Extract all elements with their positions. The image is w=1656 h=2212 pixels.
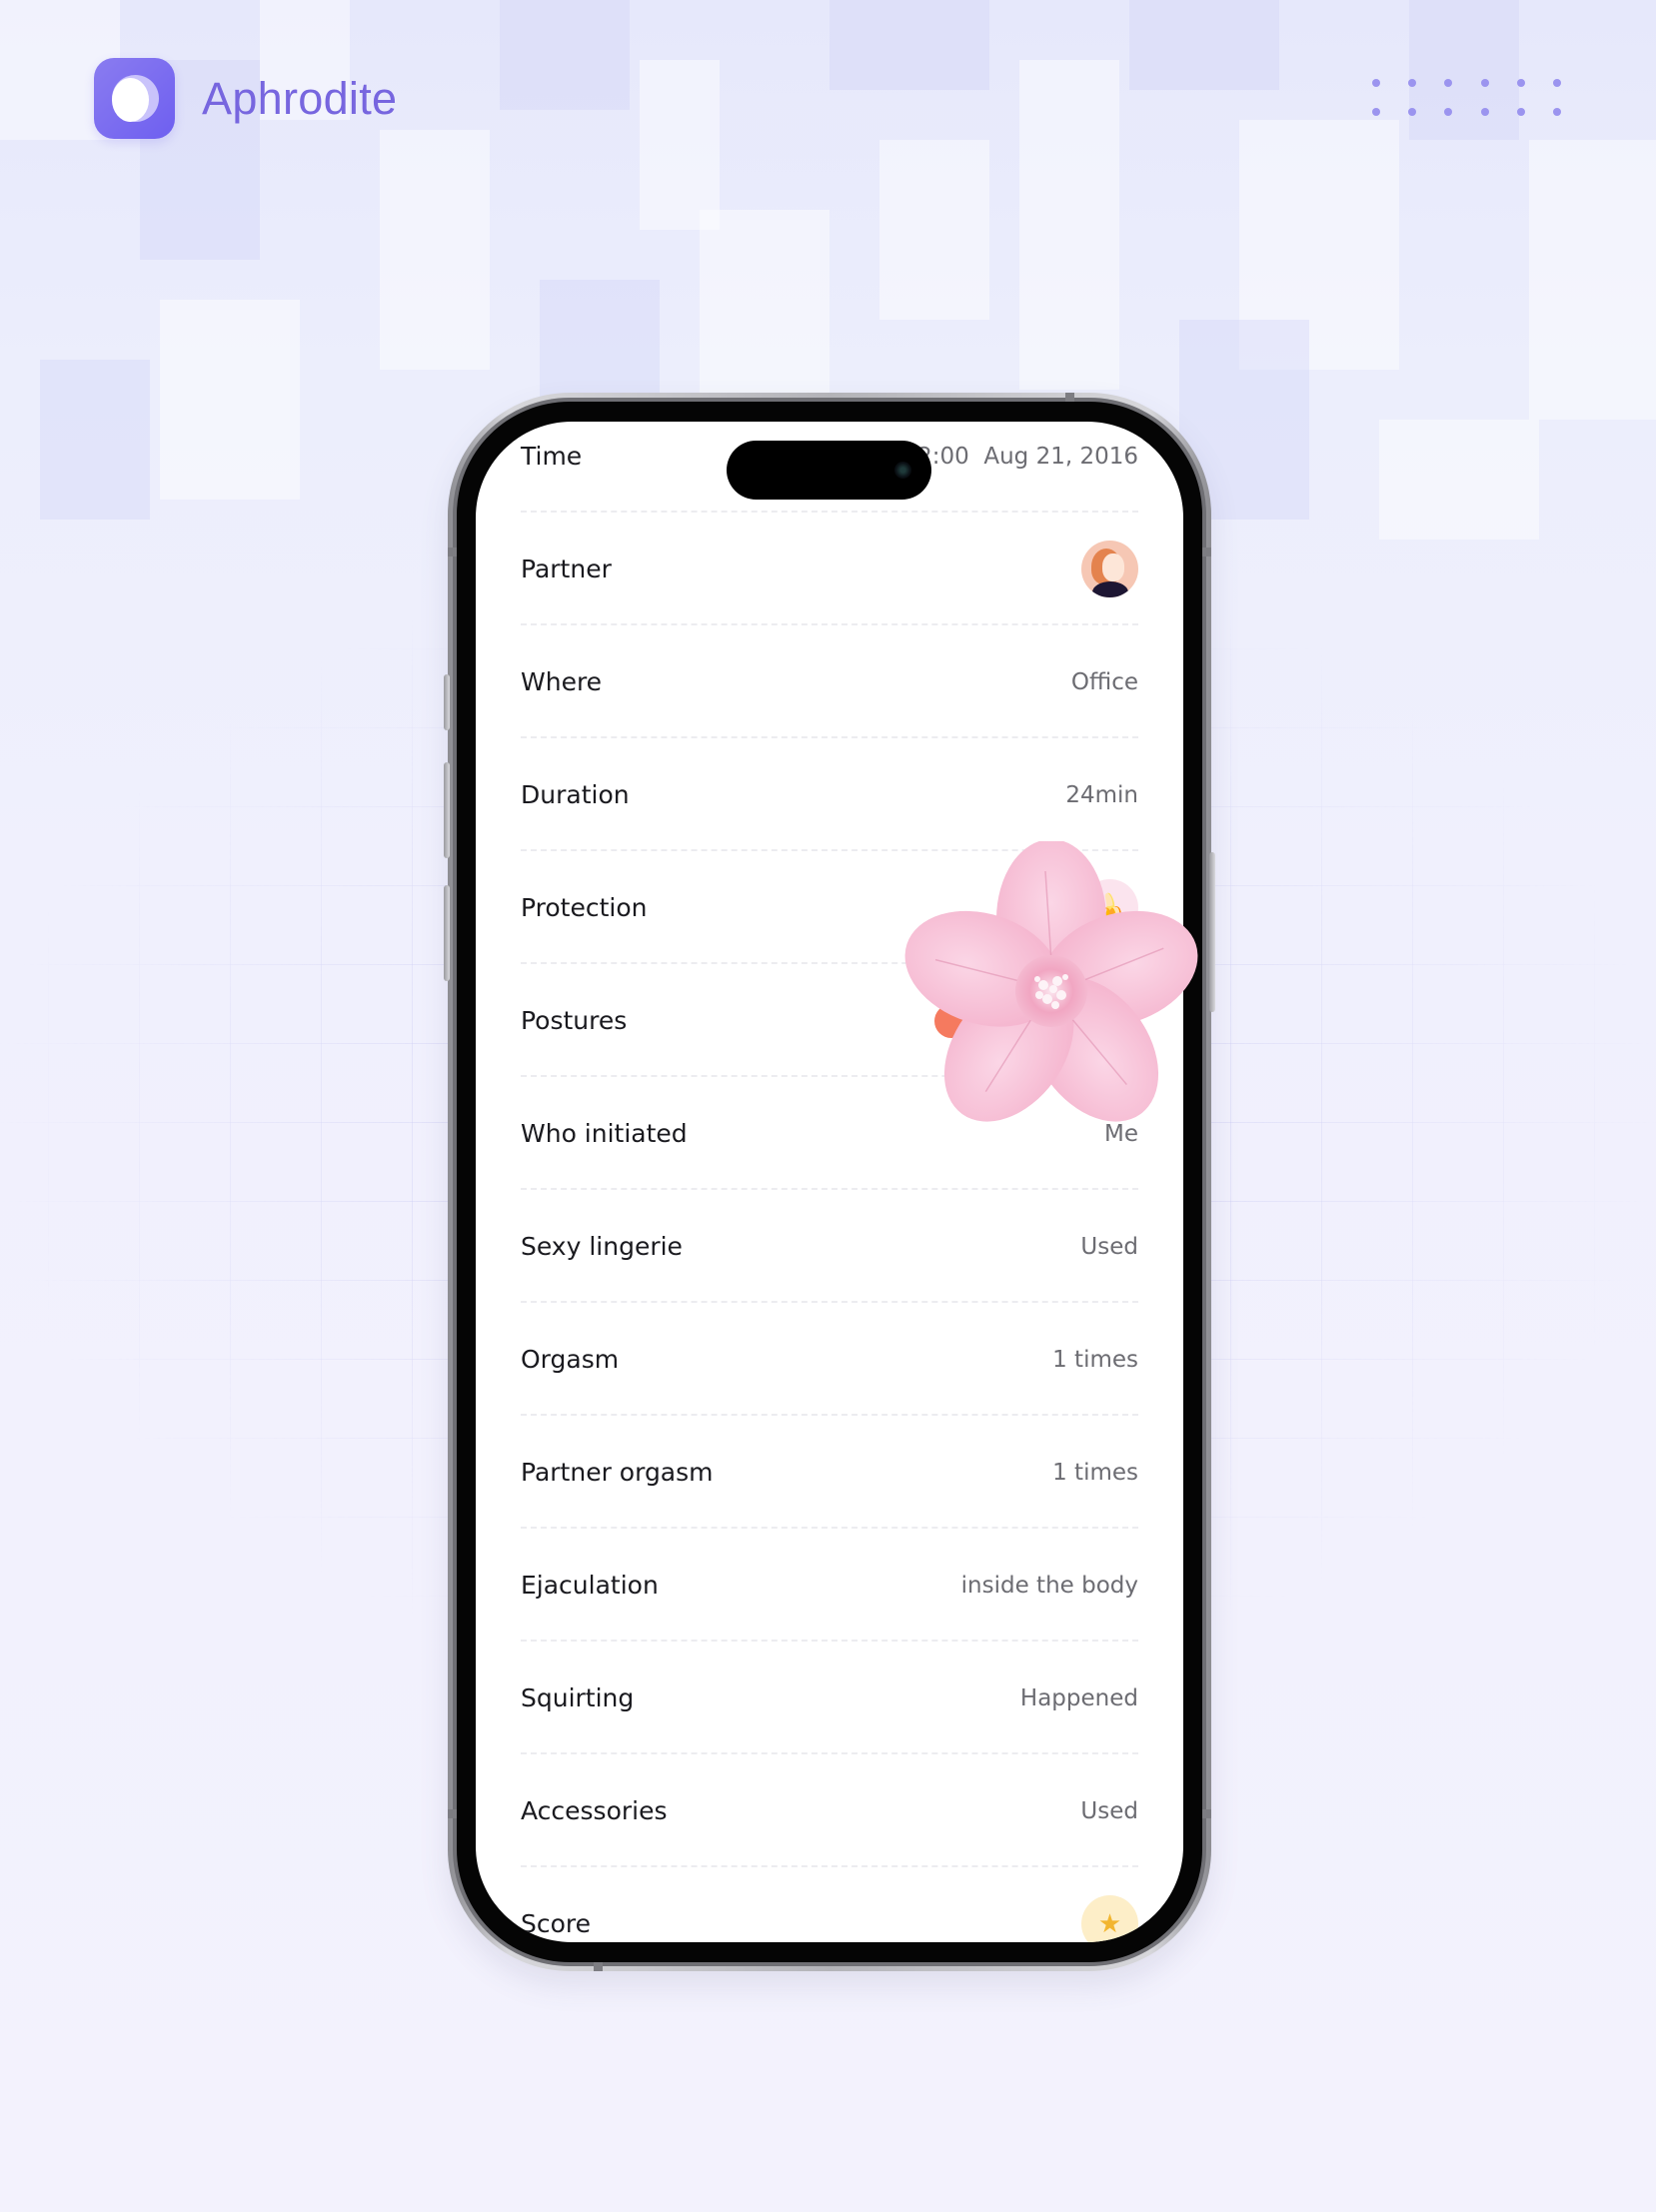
- row-value: Used: [1080, 1233, 1138, 1260]
- action-button: [444, 674, 450, 730]
- brand-name: Aphrodite: [202, 72, 398, 124]
- antenna-line: [1202, 1809, 1211, 1818]
- row-where[interactable]: Where Office: [521, 625, 1138, 738]
- background-block: [1129, 0, 1279, 90]
- row-label: Duration: [521, 780, 630, 809]
- background-block: [1019, 60, 1119, 390]
- background-block: [380, 130, 490, 370]
- row-label: Partner orgasm: [521, 1458, 714, 1487]
- row-ejaculation[interactable]: Ejaculation inside the body: [521, 1529, 1138, 1642]
- stars-icon: ★: [1081, 1895, 1138, 1942]
- dot: [1444, 79, 1453, 87]
- row-label: Ejaculation: [521, 1571, 659, 1600]
- dynamic-island: [727, 441, 931, 500]
- dot: [1480, 108, 1489, 116]
- background-block: [40, 360, 150, 520]
- row-label: Where: [521, 667, 603, 696]
- dot-grid-icon: [1372, 79, 1572, 119]
- row-label: Score: [521, 1909, 592, 1938]
- antenna-line: [594, 1962, 603, 1971]
- background-block: [1529, 140, 1656, 420]
- dot: [1480, 79, 1489, 87]
- antenna-line: [448, 548, 457, 556]
- volume-down-button: [444, 885, 450, 981]
- row-value: Office: [1070, 668, 1138, 695]
- row-label: Squirting: [521, 1683, 635, 1712]
- volume-up-button: [444, 762, 450, 858]
- background-block: [1409, 0, 1519, 140]
- row-label: Postures: [521, 1006, 628, 1035]
- row-value: 1 times: [1052, 1459, 1138, 1486]
- dot: [1372, 79, 1380, 87]
- row-squirting[interactable]: Squirting Happened: [521, 1642, 1138, 1754]
- power-button: [1209, 852, 1215, 1012]
- dot: [1553, 108, 1561, 116]
- row-partner-orgasm[interactable]: Partner orgasm 1 times: [521, 1416, 1138, 1529]
- row-value: 1 times: [1052, 1346, 1138, 1373]
- moon-crescent-icon: [94, 58, 175, 139]
- phone-screen: Time 12:00 Aug 21, 2016 Partner Where Of…: [476, 422, 1183, 1942]
- dot: [1516, 79, 1525, 87]
- background-block: [829, 0, 989, 90]
- row-value: Happened: [1019, 1684, 1138, 1711]
- background-block: [500, 0, 630, 110]
- background-block: [1379, 420, 1539, 540]
- dot: [1372, 108, 1380, 116]
- dot: [1408, 79, 1417, 87]
- row-duration[interactable]: Duration 24min: [521, 738, 1138, 851]
- row-label: Who initiated: [521, 1119, 688, 1148]
- row-label: Partner: [521, 554, 612, 583]
- camera-icon: [894, 462, 911, 479]
- row-label: Sexy lingerie: [521, 1232, 683, 1261]
- row-label: Orgasm: [521, 1345, 620, 1374]
- row-label: Protection: [521, 893, 648, 922]
- row-value: inside the body: [960, 1572, 1138, 1599]
- row-label: Time: [521, 442, 583, 471]
- row-score[interactable]: Score ★: [521, 1867, 1138, 1942]
- row-partner[interactable]: Partner: [521, 513, 1138, 625]
- row-accessories[interactable]: Accessories Used: [521, 1754, 1138, 1867]
- row-label: Accessories: [521, 1796, 668, 1825]
- antenna-line: [1202, 548, 1211, 556]
- row-orgasm[interactable]: Orgasm 1 times: [521, 1303, 1138, 1416]
- dot: [1516, 108, 1525, 116]
- pink-flower-sticker: [904, 841, 1198, 1122]
- antenna-line: [1065, 393, 1074, 402]
- row-value: Used: [1080, 1797, 1138, 1824]
- background-block: [640, 60, 720, 230]
- phone-mockup: Time 12:00 Aug 21, 2016 Partner Where Of…: [444, 393, 1215, 1971]
- row-value: 24min: [1065, 781, 1138, 808]
- antenna-line: [448, 1809, 457, 1818]
- partner-avatar[interactable]: [1081, 541, 1138, 597]
- row-value: 12:00 Aug 21, 2016: [902, 443, 1138, 470]
- dot: [1444, 108, 1453, 116]
- dot: [1408, 108, 1417, 116]
- row-sexy-lingerie[interactable]: Sexy lingerie Used: [521, 1190, 1138, 1303]
- background-block: [879, 140, 989, 320]
- brand-header: Aphrodite: [94, 58, 397, 139]
- dot: [1553, 79, 1561, 87]
- background-block: [160, 300, 300, 500]
